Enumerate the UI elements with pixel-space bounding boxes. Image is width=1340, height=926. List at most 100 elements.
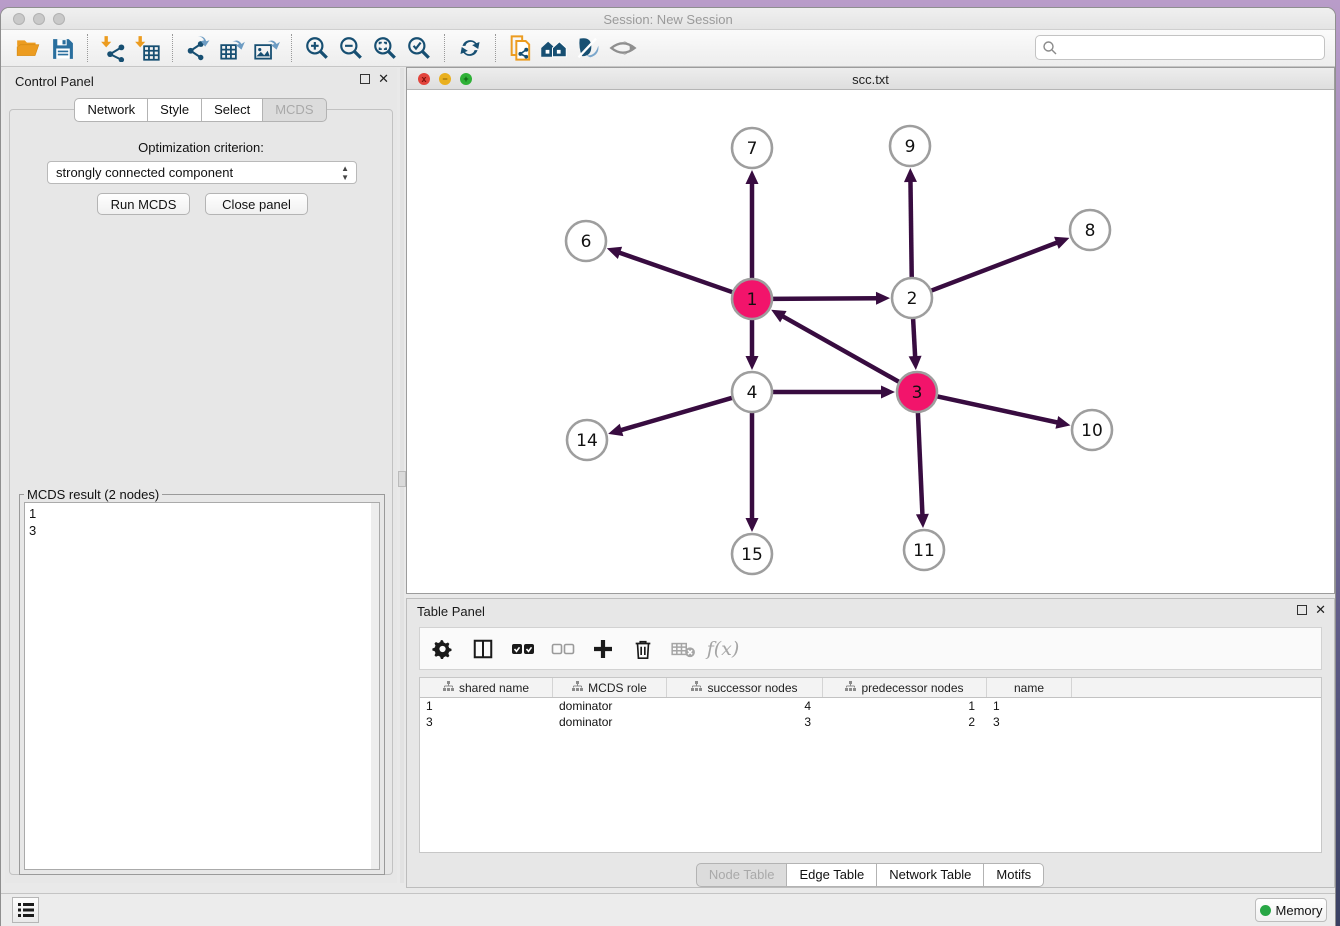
tab-network[interactable]: Network — [74, 98, 148, 122]
export-table-button[interactable] — [215, 33, 249, 63]
mcds-result-text[interactable]: 1 3 — [24, 502, 380, 870]
column-header-predecessor-nodes[interactable]: predecessor nodes — [823, 678, 987, 697]
column-header-MCDS-role[interactable]: MCDS role — [553, 678, 667, 697]
node-label-11: 11 — [913, 541, 935, 561]
table-row[interactable]: 1dominator411 — [420, 698, 1321, 714]
table-cell[interactable]: 3 — [987, 714, 1072, 730]
tree-column-icon — [572, 681, 583, 695]
tab-mcds[interactable]: MCDS — [262, 98, 326, 122]
table-cell[interactable]: dominator — [553, 698, 667, 714]
export-image-icon — [253, 35, 280, 62]
apply-style-icon — [575, 34, 603, 62]
edge-3-1[interactable] — [781, 315, 902, 383]
edge-1-2[interactable] — [770, 298, 879, 299]
import-network-button[interactable] — [96, 33, 130, 63]
task-history-button[interactable] — [12, 897, 39, 923]
zoom-fit-button[interactable] — [368, 33, 402, 63]
tree-column-icon — [845, 681, 856, 695]
table-row[interactable]: 3dominator323 — [420, 714, 1321, 730]
table-cell[interactable]: dominator — [553, 714, 667, 730]
table-cell[interactable]: 1 — [823, 698, 987, 714]
edge-2-9[interactable] — [910, 179, 911, 280]
tab-edge-table[interactable]: Edge Table — [786, 863, 877, 887]
search-field[interactable] — [1035, 35, 1325, 60]
table-cell[interactable]: 4 — [667, 698, 823, 714]
open-folder-icon — [15, 35, 41, 61]
refresh-layout-button[interactable] — [453, 33, 487, 63]
tab-node-table[interactable]: Node Table — [696, 863, 788, 887]
criterion-select[interactable]: strongly connected component ▲▼ — [47, 161, 357, 184]
deselect-all-icon[interactable] — [550, 636, 576, 662]
arrowhead-icon — [1055, 416, 1070, 429]
delete-table-icon[interactable] — [670, 636, 696, 662]
search-input[interactable] — [1058, 38, 1324, 58]
table-body: 1dominator4113dominator323 — [420, 698, 1321, 730]
close-panel-icon[interactable]: ✕ — [378, 74, 389, 84]
eye-icon — [609, 34, 637, 62]
tab-style[interactable]: Style — [147, 98, 202, 122]
table-panel-title: Table Panel — [417, 604, 485, 619]
run-mcds-button[interactable]: Run MCDS — [97, 193, 190, 215]
table-cell[interactable]: 2 — [823, 714, 987, 730]
tab-network-table[interactable]: Network Table — [876, 863, 984, 887]
zoom-selected-button[interactable] — [402, 33, 436, 63]
arrowhead-icon — [881, 386, 895, 399]
network-frame: x − + scc.txt 1234678910111415 — [406, 67, 1335, 594]
close-panel-icon[interactable]: ✕ — [1315, 605, 1326, 615]
edge-1-6[interactable] — [617, 252, 735, 293]
edge-2-3[interactable] — [913, 316, 915, 359]
arrowhead-icon — [608, 424, 623, 436]
column-header-name[interactable]: name — [987, 678, 1072, 697]
table-cell[interactable]: 1 — [420, 698, 553, 714]
edge-4-14[interactable] — [619, 397, 735, 431]
export-image-button[interactable] — [249, 33, 283, 63]
panel-splitter[interactable] — [400, 68, 404, 883]
save-icon — [50, 36, 75, 61]
node-table[interactable]: shared name MCDS role successor nodesprede… — [419, 677, 1322, 853]
network-canvas[interactable]: 1234678910111415 — [407, 90, 1334, 593]
criterion-value: strongly connected component — [56, 165, 233, 180]
edge-2-8[interactable] — [929, 242, 1059, 292]
node-label-9: 9 — [905, 137, 916, 157]
open-session-button[interactable] — [11, 33, 45, 63]
function-builder-icon[interactable]: f(x) — [710, 636, 736, 662]
delete-icon[interactable] — [630, 636, 656, 662]
export-network-button[interactable] — [181, 33, 215, 63]
column-header-shared-name[interactable]: shared name — [420, 678, 553, 697]
columns-icon[interactable] — [470, 636, 496, 662]
select-all-icon[interactable] — [510, 636, 536, 662]
zoom-fit-icon — [372, 35, 398, 61]
table-cell[interactable]: 3 — [667, 714, 823, 730]
edge-3-11[interactable] — [918, 410, 923, 517]
network-titlebar[interactable]: x − + scc.txt — [407, 68, 1334, 90]
gear-icon[interactable] — [430, 636, 456, 662]
column-label: MCDS role — [588, 681, 647, 695]
export-network-icon — [185, 35, 212, 62]
add-icon[interactable] — [590, 636, 616, 662]
tab-motifs[interactable]: Motifs — [983, 863, 1044, 887]
table-cell[interactable]: 3 — [420, 714, 553, 730]
float-panel-icon[interactable] — [1297, 605, 1307, 615]
duplicate-network-button[interactable] — [504, 33, 538, 63]
edge-3-10[interactable] — [935, 396, 1060, 423]
float-panel-icon[interactable] — [360, 74, 370, 84]
result-scrollbar[interactable] — [371, 503, 379, 869]
tab-select[interactable]: Select — [201, 98, 263, 122]
save-session-button[interactable] — [45, 33, 79, 63]
arrowhead-icon — [746, 170, 759, 184]
tree-column-icon — [691, 681, 702, 695]
zoom-out-button[interactable] — [334, 33, 368, 63]
table-cell[interactable]: 1 — [987, 698, 1072, 714]
network-graph[interactable]: 1234678910111415 — [407, 90, 1334, 593]
splitter-handle[interactable] — [398, 471, 406, 487]
apply-style-button[interactable] — [572, 33, 606, 63]
mcds-result-title: MCDS result (2 nodes) — [24, 487, 162, 502]
show-hide-details-button[interactable] — [606, 33, 640, 63]
close-panel-button[interactable]: Close panel — [205, 193, 308, 215]
first-neighbors-button[interactable] — [538, 33, 572, 63]
import-table-button[interactable] — [130, 33, 164, 63]
select-arrows-icon: ▲▼ — [341, 164, 349, 182]
memory-button[interactable]: Memory — [1255, 898, 1327, 922]
column-header-successor-nodes[interactable]: successor nodes — [667, 678, 823, 697]
zoom-in-button[interactable] — [300, 33, 334, 63]
